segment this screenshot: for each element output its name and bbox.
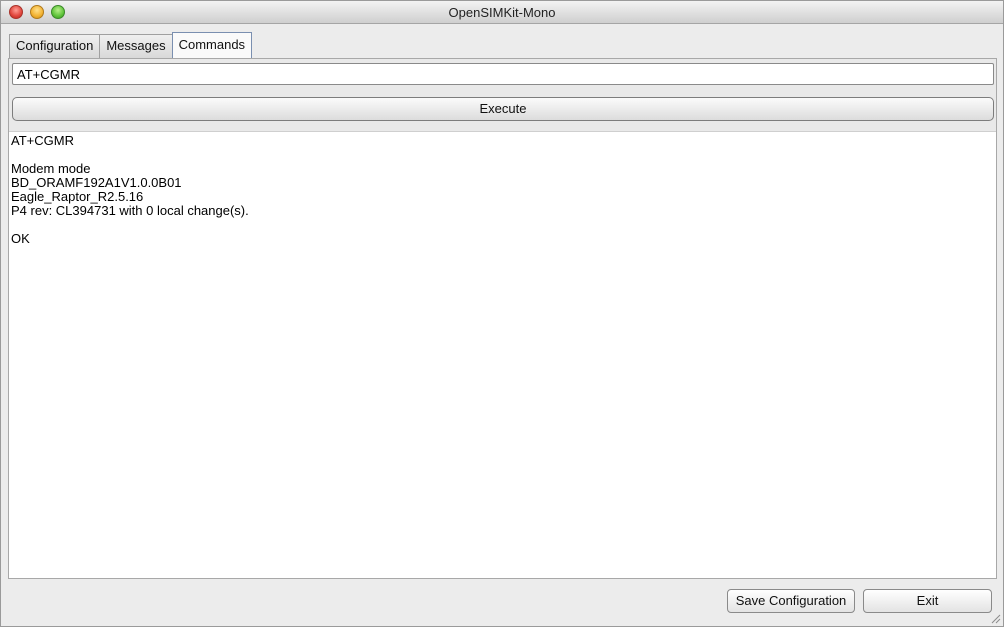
- command-output[interactable]: AT+CGMR Modem mode BD_ORAMF192A1V1.0.0B0…: [9, 131, 996, 578]
- save-configuration-button[interactable]: Save Configuration: [727, 589, 855, 613]
- output-line: BD_ORAMF192A1V1.0.0B01: [11, 175, 182, 190]
- output-line: OK: [11, 231, 30, 246]
- tab-bar: Configuration Messages Commands: [9, 32, 253, 58]
- tab-configuration[interactable]: Configuration: [9, 34, 101, 58]
- footer-bar: Save Configuration Exit: [1, 581, 1003, 626]
- tab-commands[interactable]: Commands: [171, 32, 253, 58]
- execute-button[interactable]: Execute: [12, 97, 994, 121]
- exit-button[interactable]: Exit: [863, 589, 992, 613]
- commands-panel: Execute AT+CGMR Modem mode BD_ORAMF192A1…: [8, 58, 997, 579]
- command-input[interactable]: [12, 63, 994, 85]
- resize-grip-icon[interactable]: [989, 612, 1001, 624]
- title-bar[interactable]: OpenSIMKit-Mono: [1, 1, 1003, 24]
- window-title: OpenSIMKit-Mono: [448, 5, 556, 20]
- output-line: AT+CGMR: [11, 133, 74, 148]
- output-line: Eagle_Raptor_R2.5.16: [11, 189, 144, 204]
- app-window: OpenSIMKit-Mono Configuration Messages C…: [0, 0, 1004, 627]
- tab-messages[interactable]: Messages: [99, 34, 173, 58]
- output-line: P4 rev: CL394731 with 0 local change(s).: [11, 203, 249, 218]
- output-line: Modem mode: [11, 161, 91, 176]
